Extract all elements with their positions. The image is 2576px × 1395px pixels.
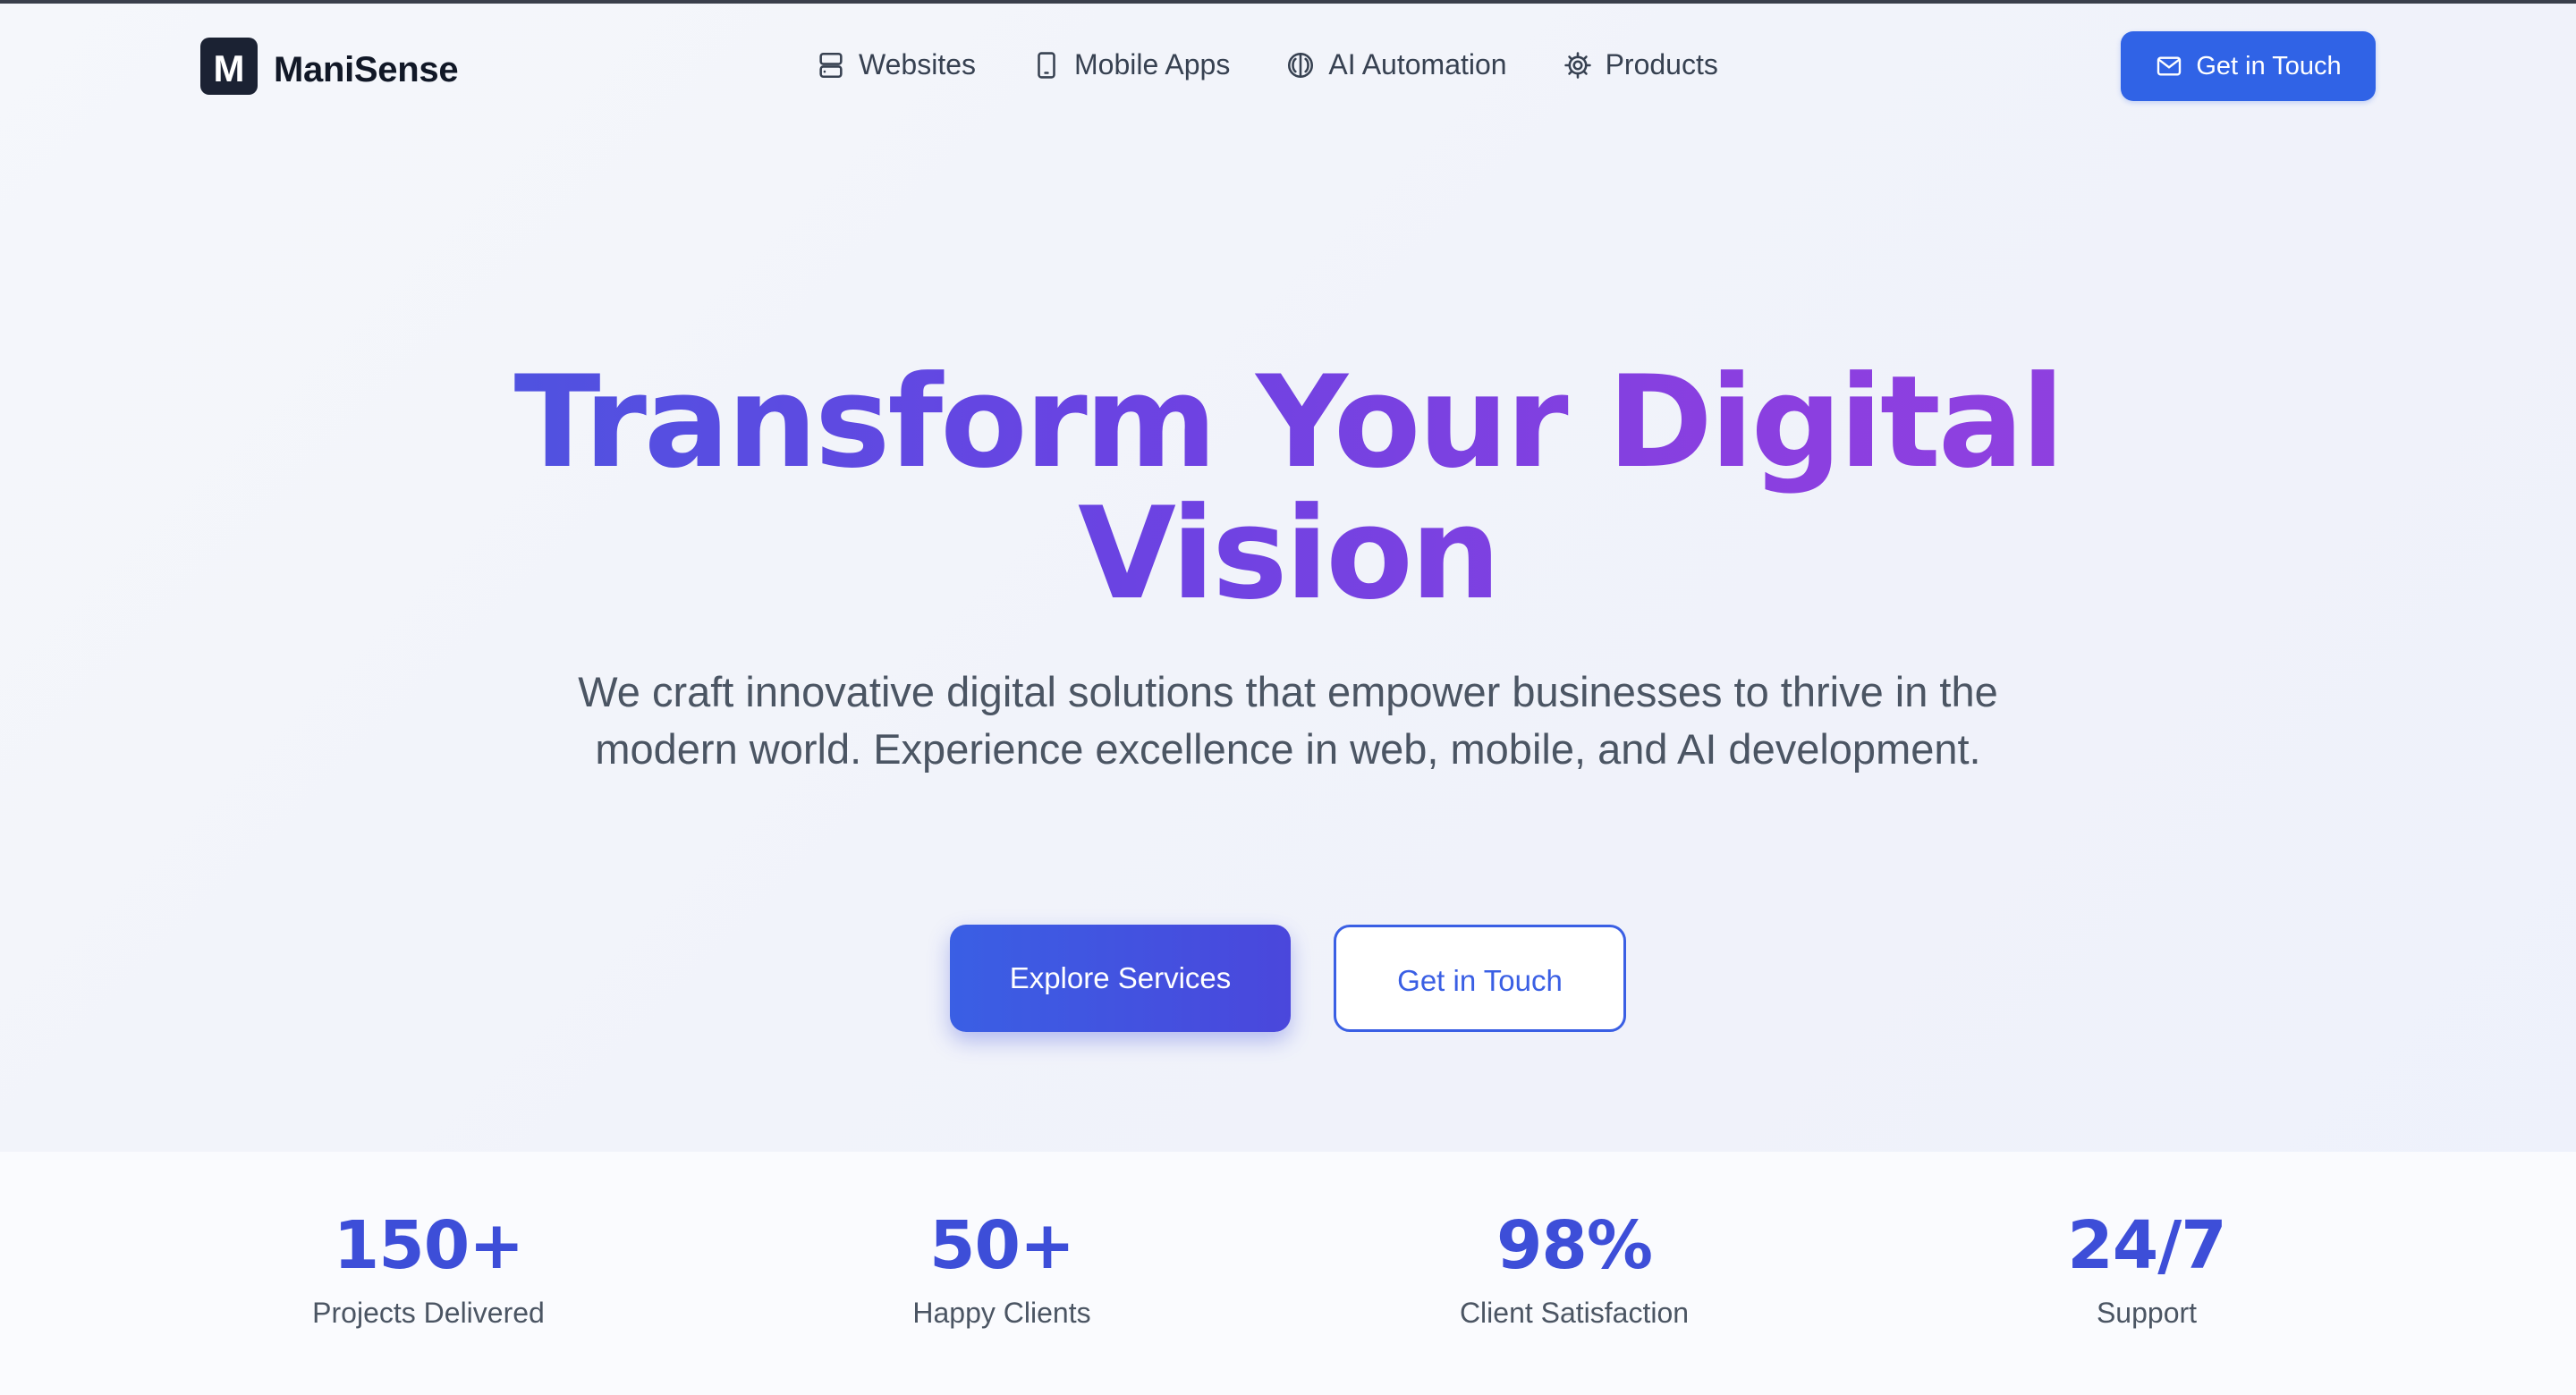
brand-logo-link[interactable]: M ManiSense bbox=[200, 38, 459, 95]
stat-support: 24/7 Support bbox=[1914, 1205, 2379, 1331]
brand-mark-icon: M bbox=[200, 38, 258, 95]
hero-title-line-2: Vision bbox=[1078, 480, 1498, 628]
nav-item-websites[interactable]: Websites bbox=[816, 48, 976, 81]
stat-value: 98% bbox=[1496, 1207, 1653, 1284]
stat-label: Projects Delivered bbox=[312, 1297, 545, 1329]
stat-value: 150+ bbox=[333, 1207, 524, 1284]
main-nav: Websites Mobile Apps AI Automation Produ… bbox=[816, 48, 1718, 81]
nav-label: AI Automation bbox=[1328, 48, 1507, 80]
stat-value: 50+ bbox=[929, 1207, 1075, 1284]
header-cta-label: Get in Touch bbox=[2196, 51, 2342, 80]
brand-name: ManiSense bbox=[274, 49, 459, 89]
hero-actions: Explore Services Get in Touch bbox=[0, 925, 2576, 1032]
nav-label: Websites bbox=[859, 48, 977, 80]
stat-label: Client Satisfaction bbox=[1459, 1297, 1690, 1329]
hero-get-in-touch-button[interactable]: Get in Touch bbox=[1334, 925, 1626, 1032]
hero-title: Transform Your Digital Vision bbox=[394, 357, 2182, 620]
nav-label: Mobile Apps bbox=[1074, 48, 1231, 80]
brain-icon bbox=[1285, 50, 1316, 80]
explore-services-button[interactable]: Explore Services bbox=[950, 925, 1291, 1032]
hero-subtitle: We craft innovative digital solutions th… bbox=[578, 668, 1998, 773]
stat-projects-delivered: 150+ Projects Delivered bbox=[196, 1205, 661, 1331]
mail-icon bbox=[2155, 52, 2183, 80]
hero-section: Transform Your Digital Vision We craft i… bbox=[0, 129, 2576, 1152]
stat-value: 24/7 bbox=[2067, 1207, 2227, 1284]
header-get-in-touch-button[interactable]: Get in Touch bbox=[2121, 31, 2376, 101]
nav-item-products[interactable]: Products bbox=[1563, 48, 1718, 81]
server-icon bbox=[816, 50, 846, 80]
stat-happy-clients: 50+ Happy Clients bbox=[769, 1205, 1234, 1331]
gear-icon bbox=[1563, 50, 1593, 80]
nav-label: Products bbox=[1605, 48, 1718, 80]
hero-title-line-1: Transform Your Digital bbox=[513, 349, 2063, 496]
stat-client-satisfaction: 98% Client Satisfaction bbox=[1342, 1205, 1807, 1331]
stats-section: 150+ Projects Delivered 50+ Happy Client… bbox=[0, 1152, 2576, 1395]
stat-label: Support bbox=[2096, 1297, 2198, 1329]
site-header: M ManiSense Websites Mobile Apps AI Auto… bbox=[0, 4, 2576, 129]
nav-item-ai-automation[interactable]: AI Automation bbox=[1285, 48, 1507, 81]
stat-label: Happy Clients bbox=[912, 1297, 1091, 1329]
smartphone-icon bbox=[1031, 50, 1062, 80]
nav-item-mobile-apps[interactable]: Mobile Apps bbox=[1031, 48, 1230, 81]
